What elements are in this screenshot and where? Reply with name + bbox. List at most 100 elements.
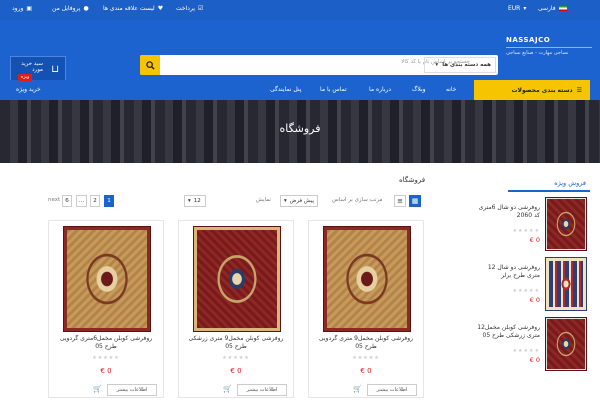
grid-view-button[interactable]: ▦ (409, 195, 421, 207)
page-6[interactable]: 6 (62, 195, 72, 207)
sidebar-product-price: € 0 (529, 236, 540, 244)
account-label: پروفایل من (52, 5, 81, 12)
product-price: € 0 (360, 367, 372, 375)
more-info-button[interactable]: اطلاعات بیشتر (107, 384, 157, 396)
sidebar-product[interactable]: روفرشی دو شال 12 متری طرح برلر ★★★★★ € 0 (430, 257, 590, 314)
categories-menu-button[interactable]: دسته بندی محصولات ☰ (474, 80, 590, 100)
site-header: NASSAJCO نساجی مهارت - صنایع نساجی جستجو… (0, 20, 600, 84)
rating-stars: ★★★★★ (512, 288, 540, 294)
language-label: فارسی (538, 5, 556, 12)
menu-icon: ☰ (576, 86, 582, 94)
product-image[interactable] (63, 226, 151, 332)
per-page-value: 12 (193, 198, 201, 204)
login-label: ورود (12, 5, 24, 12)
search-category-select[interactable]: ▾ همه دسته بندی ها (424, 57, 496, 73)
product-name[interactable]: روفرشی کوبلن مخمل9 متری گردویی طرح 05 (313, 335, 419, 351)
sort-select[interactable]: ▾ پیش فرض (280, 195, 319, 207)
currency-label: EUR (508, 5, 521, 12)
sidebar-product[interactable]: روفرشی کوبلن مخمل12 متری زرشکی طرح 05 ★★… (430, 317, 590, 374)
per-page-select[interactable]: ▾ 12 (184, 195, 206, 207)
sidebar-heading-label: فروش ویژه (554, 179, 586, 187)
sort-value: پیش فرض (289, 198, 315, 204)
product-image[interactable] (193, 226, 281, 332)
sidebar-product-price: € 0 (529, 296, 540, 304)
main-nav: دسته بندی محصولات ☰ خانه وبلاگ درباره ما… (0, 80, 600, 100)
sort-label: مرتب سازی بر اساس (332, 197, 383, 203)
nav-link-agency-panel[interactable]: پنل نمایندگی (270, 86, 301, 93)
nav-link-blog[interactable]: وبلاگ (412, 86, 426, 93)
chevron-down-icon: ▾ (435, 62, 439, 68)
checkout-icon: ☑ (197, 5, 204, 12)
product-image[interactable] (545, 257, 587, 311)
chevron-down-icon: ▾ (188, 198, 191, 204)
wishlist-link[interactable]: لیست علاقه مندی ها ♥ (103, 5, 163, 12)
sidebar-product[interactable]: روفرشی دو شال 6متری کد 2060 ★★★★★ € 0 (430, 197, 590, 254)
product-card[interactable]: روفرشی کوبلن مخمل6متری گردویی طرح 05 ★★★… (48, 220, 164, 398)
language-selector[interactable]: فارسی (538, 5, 567, 12)
next-page-link[interactable]: next (48, 197, 60, 203)
add-to-cart-icon[interactable]: 🛒 (353, 385, 362, 393)
shop-toolbar: ▦ ≡ مرتب سازی بر اساس ▾ پیش فرض نمایش ▾ … (48, 195, 423, 209)
product-image[interactable] (545, 197, 587, 251)
grid-icon: ▦ (411, 197, 419, 205)
iran-flag-icon (558, 6, 567, 11)
sidebar-product-name[interactable]: روفرشی دو شال 12 متری طرح برلر (476, 264, 540, 280)
nav-link-home[interactable]: خانه (446, 86, 456, 93)
logo-tagline: نساجی مهارت - صنایع نساجی (506, 47, 592, 56)
chevron-down-icon: ▾ (523, 5, 527, 12)
search-category-label: همه دسته بندی ها (442, 62, 491, 68)
chevron-down-icon: ▾ (284, 198, 287, 204)
top-bar: فارسی EUR ▾ پرداخت ☑ لیست علاقه مندی ها … (0, 0, 600, 20)
heart-icon: ♥ (157, 5, 164, 12)
account-link[interactable]: پروفایل من ● (52, 5, 89, 12)
rating-stars: ★★★★★ (512, 348, 540, 354)
add-to-cart-icon[interactable]: 🛒 (223, 385, 232, 393)
categories-label: دسته بندی محصولات (511, 86, 573, 94)
sidebar-product-price: € 0 (529, 356, 540, 364)
checkout-label: پرداخت (176, 5, 195, 12)
sidebar-heading: فروش ویژه (508, 176, 590, 192)
basket-icon: ⊔ (51, 64, 59, 75)
product-name[interactable]: روفرشی کوبلن مخمل9 متری زرشکی طرح 05 (183, 335, 289, 351)
nav-link-about[interactable]: درباره ما (369, 86, 391, 93)
checkout-link[interactable]: پرداخت ☑ (176, 5, 203, 12)
product-price: € 0 (230, 367, 242, 375)
shop-title: فروشگاه (399, 176, 426, 184)
site-logo[interactable]: NASSAJCO نساجی مهارت - صنایع نساجی (506, 36, 592, 66)
lock-icon: ▣ (26, 5, 33, 12)
product-image[interactable] (323, 226, 411, 332)
search-button[interactable] (140, 55, 160, 75)
rating-stars: ★★★★★ (352, 355, 380, 361)
show-label: نمایش (256, 197, 271, 203)
page-1[interactable]: 1 (104, 195, 114, 207)
product-card[interactable]: روفرشی کوبلن مخمل9 متری گردویی طرح 05 ★★… (308, 220, 424, 398)
page-ellipsis: ... (76, 195, 88, 207)
logo-brand: NASSAJCO (506, 36, 551, 44)
user-icon: ● (83, 5, 89, 12)
more-info-button[interactable]: اطلاعات بیشتر (237, 384, 287, 396)
nav-link-contact[interactable]: تماس با ما (320, 86, 347, 93)
rating-stars: ★★★★★ (92, 355, 120, 361)
product-image[interactable] (545, 317, 587, 371)
banner-title: فروشگاه (279, 122, 321, 135)
search-bar: جستجو بر اساس نام یا کد کالا ▾ همه دسته … (140, 55, 498, 75)
special-badge: ویژه (18, 74, 33, 81)
list-view-button[interactable]: ≡ (394, 195, 406, 207)
rating-stars: ★★★★★ (222, 355, 250, 361)
search-icon (145, 60, 155, 70)
rating-stars: ★★★★★ (512, 228, 540, 234)
product-card[interactable]: روفرشی کوبلن مخمل9 متری زرشکی طرح 05 ★★★… (178, 220, 294, 398)
page-2[interactable]: 2 (90, 195, 100, 207)
currency-selector[interactable]: EUR ▾ (508, 5, 526, 12)
sidebar-product-name[interactable]: روفرشی دو شال 6متری کد 2060 (476, 204, 540, 220)
wishlist-label: لیست علاقه مندی ها (103, 5, 155, 12)
sidebar-product-name[interactable]: روفرشی کوبلن مخمل12 متری زرشکی طرح 05 (476, 324, 540, 340)
login-link[interactable]: ورود ▣ (12, 5, 32, 12)
product-name[interactable]: روفرشی کوبلن مخمل6متری گردویی طرح 05 (53, 335, 159, 351)
page-banner: فروشگاه (0, 100, 600, 163)
add-to-cart-icon[interactable]: 🛒 (93, 385, 102, 393)
list-icon: ≡ (397, 197, 403, 205)
more-info-button[interactable]: اطلاعات بیشتر (367, 384, 417, 396)
product-price: € 0 (100, 367, 112, 375)
nav-link-special[interactable]: خرید ویژه (16, 86, 41, 93)
